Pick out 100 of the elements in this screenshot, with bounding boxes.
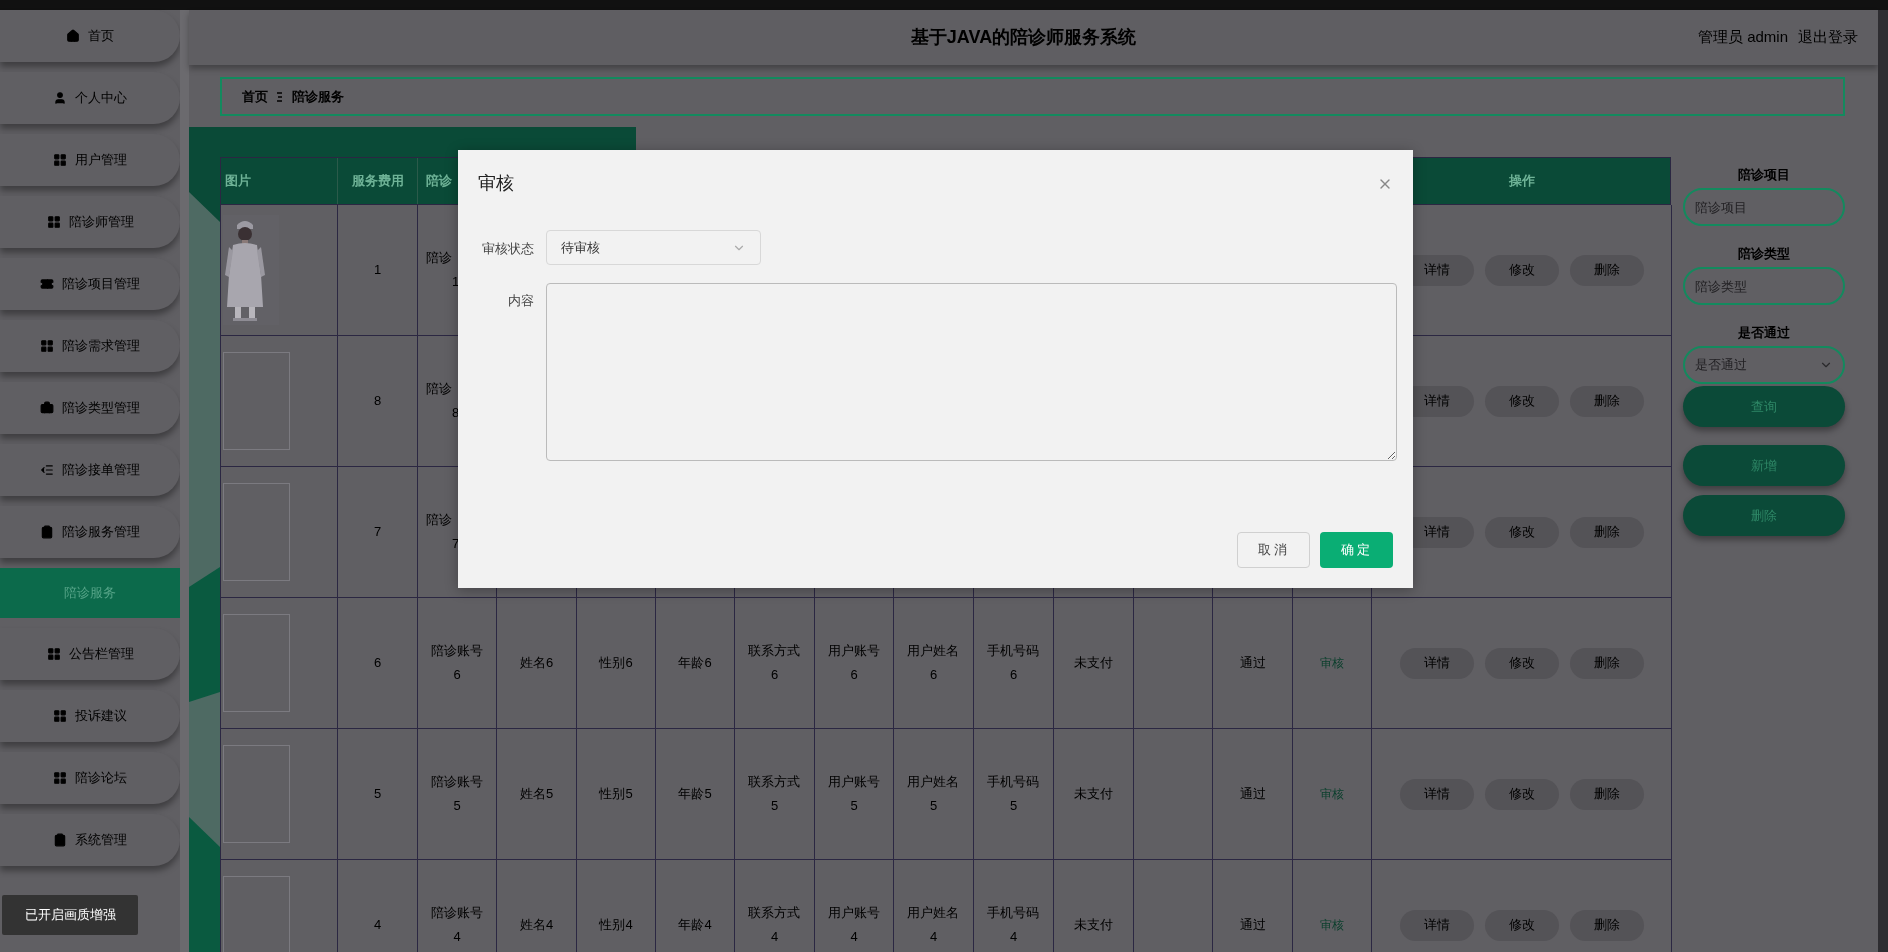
edit-button[interactable]: 修改	[1484, 778, 1559, 810]
confirm-button[interactable]: 确定	[1320, 532, 1393, 568]
list-icon	[40, 463, 54, 477]
dialog-title: 审核	[478, 172, 514, 195]
select-field[interactable]: 是否通过	[1683, 346, 1845, 384]
table-cell: 姓名5	[497, 729, 577, 860]
delete-button[interactable]: 删除	[1569, 254, 1644, 286]
filter-label: 陪诊项目	[1738, 166, 1790, 184]
column-header: 图片	[225, 172, 251, 191]
scrollbar[interactable]	[1878, 10, 1888, 952]
grid-icon	[40, 339, 54, 353]
delete-button[interactable]: 删除	[1569, 909, 1644, 941]
table-cell: 联系方式5	[735, 729, 815, 860]
sidebar-item[interactable]: 陪诊接单管理	[0, 444, 180, 496]
sidebar-item[interactable]: 陪诊论坛	[0, 752, 180, 804]
table-cell: 手机号码4	[974, 860, 1054, 952]
user-label: 管理员 admin	[1697, 27, 1788, 48]
filter-label: 陪诊类型	[1738, 245, 1790, 263]
table-cell: 1	[338, 205, 418, 336]
table-cell: 性别5	[577, 729, 656, 860]
clipboard-icon	[40, 525, 54, 539]
edit-button[interactable]: 修改	[1484, 254, 1559, 286]
table-cell: 7	[338, 467, 418, 598]
review-link[interactable]: 审核	[1320, 654, 1344, 672]
breadcrumb-current: 陪诊服务	[292, 87, 344, 106]
separator-icon	[276, 91, 284, 102]
user-icon	[53, 91, 67, 105]
grid-icon	[53, 709, 67, 723]
sidebar-item[interactable]: 陪诊服务	[0, 568, 180, 618]
sidebar-item[interactable]: 陪诊服务管理	[0, 506, 180, 558]
edit-button[interactable]: 修改	[1484, 909, 1559, 941]
table-cell: 用户账号5	[815, 729, 894, 860]
clipboard-check-icon	[53, 833, 67, 847]
table-cell: 5	[338, 729, 418, 860]
form-label: 内容	[507, 292, 535, 310]
grid-icon	[46, 647, 61, 661]
delete-button[interactable]: 删除	[1569, 385, 1644, 417]
table-cell: 未支付	[1054, 729, 1134, 860]
column-header: 操作	[1509, 172, 1535, 191]
table-cell: 性别6	[577, 598, 656, 729]
table-cell: 性别4	[577, 860, 656, 952]
column-header: 陪诊	[426, 172, 452, 191]
review-link[interactable]: 审核	[1320, 916, 1344, 934]
table-cell: 用户姓名6	[894, 598, 974, 729]
search-field[interactable]: 陪诊项目	[1683, 188, 1845, 226]
table-cell: 联系方式6	[735, 598, 815, 729]
sidebar-item[interactable]: 个人中心	[0, 72, 180, 124]
sidebar-item[interactable]: 陪诊需求管理	[0, 320, 180, 372]
sidebar-item[interactable]: 投诉建议	[0, 690, 180, 742]
sidebar-item[interactable]: 陪诊类型管理	[0, 382, 180, 434]
status-select[interactable]: 待审核	[546, 230, 761, 265]
app-title: 基于JAVA的陪诊师服务系统	[910, 26, 1137, 49]
delete-button[interactable]: 删除	[1569, 516, 1644, 548]
sidebar-item[interactable]: 首页	[0, 10, 180, 62]
logout-link[interactable]: 退出登录	[1798, 26, 1858, 49]
delete-button[interactable]: 删除	[1569, 647, 1644, 679]
table-cell: 姓名4	[497, 860, 577, 952]
content-textarea[interactable]	[546, 283, 1397, 461]
table-cell: 陪诊账号6	[418, 598, 497, 729]
home-icon	[66, 29, 80, 43]
delete-button[interactable]: 删除	[1569, 778, 1644, 810]
filter-label: 是否通过	[1738, 324, 1790, 342]
sidebar-item[interactable]: 公告栏管理	[0, 628, 180, 680]
table-cell: 4	[338, 860, 418, 952]
detail-button[interactable]: 详情	[1399, 647, 1474, 679]
briefcase-icon	[40, 401, 54, 415]
table-cell: 通过	[1213, 598, 1293, 729]
review-link[interactable]: 审核	[1320, 785, 1344, 803]
table-cell: 手机号码5	[974, 729, 1054, 860]
table-cell: 陪诊账号5	[418, 729, 497, 860]
table-cell: 用户姓名5	[894, 729, 974, 860]
table-cell: 6	[338, 598, 418, 729]
edit-button[interactable]: 修改	[1484, 516, 1559, 548]
cancel-button[interactable]: 取消	[1237, 532, 1310, 568]
table-cell: 用户账号4	[815, 860, 894, 952]
table-cell: 未支付	[1054, 598, 1134, 729]
table-cell: 联系方式4	[735, 860, 815, 952]
table-cell: 用户账号6	[815, 598, 894, 729]
table-cell: 8	[338, 336, 418, 467]
detail-button[interactable]: 详情	[1399, 778, 1474, 810]
grid-icon	[46, 215, 61, 229]
table-cell: 姓名6	[497, 598, 577, 729]
sidebar-item[interactable]: 用户管理	[0, 134, 180, 186]
sidebar-item[interactable]: 陪诊项目管理	[0, 258, 180, 310]
edit-button[interactable]: 修改	[1484, 385, 1559, 417]
query-button[interactable]: 查询	[1683, 386, 1845, 427]
table-cell: 未支付	[1054, 860, 1134, 952]
table-cell: 用户姓名4	[894, 860, 974, 952]
sidebar-item[interactable]: 系统管理	[0, 814, 180, 866]
delete-button[interactable]: 删除	[1683, 495, 1845, 536]
breadcrumb-link[interactable]: 首页	[242, 86, 268, 107]
table-cell: 年龄5	[656, 729, 735, 860]
search-field[interactable]: 陪诊类型	[1683, 267, 1845, 305]
column-header: 服务费用	[351, 172, 404, 191]
ticket-icon	[40, 277, 54, 291]
table-cell: 手机号码6	[974, 598, 1054, 729]
detail-button[interactable]: 详情	[1399, 909, 1474, 941]
sidebar-item[interactable]: 陪诊师管理	[0, 196, 180, 248]
edit-button[interactable]: 修改	[1484, 647, 1559, 679]
grid-icon	[53, 153, 67, 167]
